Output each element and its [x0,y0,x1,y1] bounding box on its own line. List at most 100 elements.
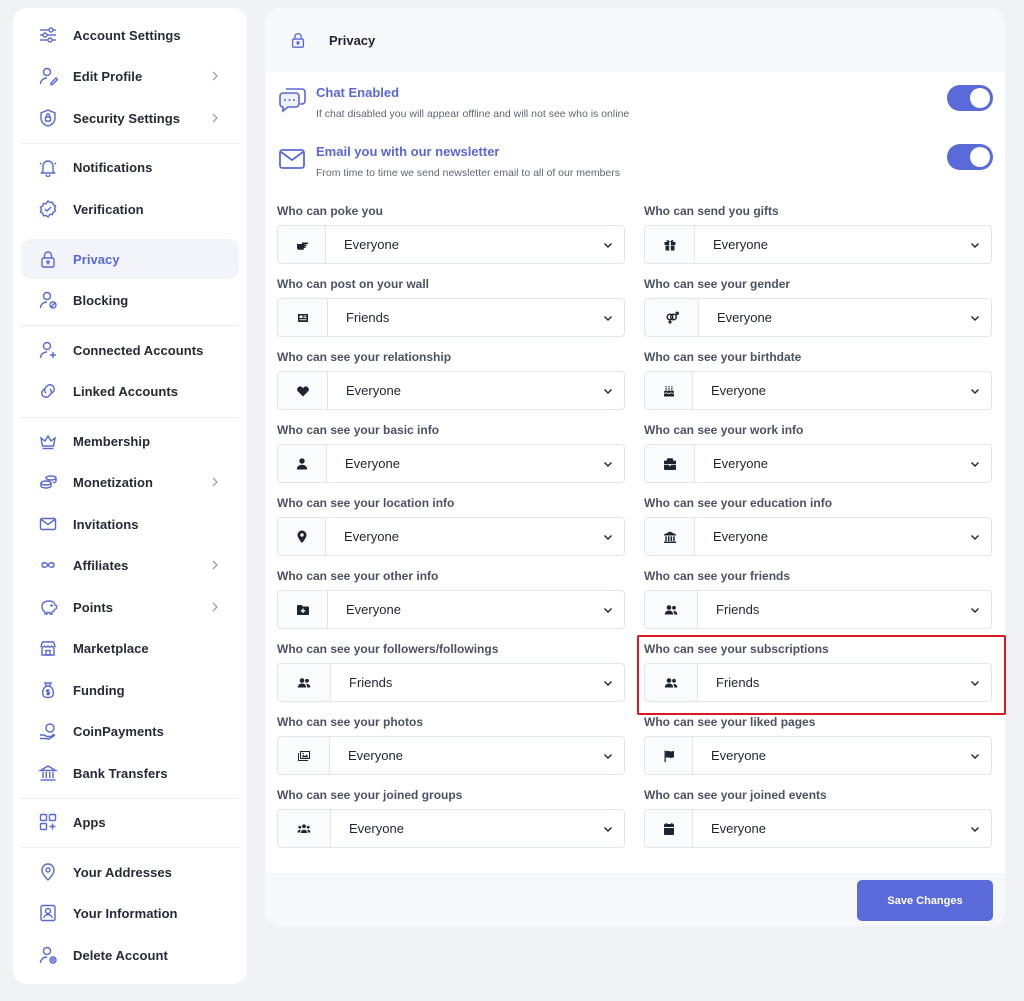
selected-value: Friends [716,602,760,617]
page-title: Privacy [329,32,376,48]
relationship-select[interactable]: Everyone [277,371,625,410]
field-label: Who can see your education info [644,496,833,510]
panel-header: Privacy [265,8,1005,72]
sidebar-item-membership[interactable]: Membership [21,421,239,461]
subscriptions-select[interactable]: Friends [644,663,992,702]
field-joined-groups: Who can see your joined groups Everyone [277,788,625,848]
user-block-icon [38,290,58,310]
money-bag-icon [38,680,58,700]
sidebar-item-your-addresses[interactable]: Your Addresses [21,852,239,892]
shield-lock-icon [38,108,58,128]
location-info-select[interactable]: Everyone [277,517,625,556]
images-icon [278,737,330,774]
users-icon [278,664,331,701]
field-followers: Who can see your followers/followings Fr… [277,642,625,702]
joined-groups-select[interactable]: Everyone [277,809,625,848]
sidebar-item-invitations[interactable]: Invitations [21,504,239,544]
field-label: Who can post on your wall [277,277,430,291]
selected-value: Everyone [711,748,766,763]
save-changes-button[interactable]: Save Changes [857,880,993,921]
setting-title: Chat Enabled [316,85,400,100]
birthdate-select[interactable]: Everyone [644,371,992,410]
field-label: Who can send you gifts [644,204,779,218]
field-photos: Who can see your photos Everyone [277,715,625,775]
chevron-right-icon [212,602,218,612]
selected-value: Everyone [346,602,401,617]
sidebar-item-marketplace[interactable]: Marketplace [21,628,239,668]
sidebar-item-label: Security Settings [73,110,181,126]
group-icon [278,810,331,847]
sidebar-item-bank-transfers[interactable]: Bank Transfers [21,753,239,793]
sidebar-item-verification[interactable]: Verification [21,189,239,229]
poke-select[interactable]: Everyone [277,225,625,264]
user-delete-icon [38,945,58,965]
sidebar-item-security-settings[interactable]: Security Settings [21,98,239,138]
chevron-right-icon [212,560,218,570]
liked-pages-select[interactable]: Everyone [644,736,992,775]
joined-events-select[interactable]: Everyone [644,809,992,848]
other-info-select[interactable]: Everyone [277,590,625,629]
chevron-down-icon [971,608,979,613]
link-icon [38,381,58,401]
sidebar-item-blocking[interactable]: Blocking [21,280,239,320]
sidebar-item-coinpayments[interactable]: CoinPayments [21,711,239,751]
sidebar-item-label: Blocking [73,292,129,308]
field-label: Who can see your gender [644,277,791,291]
sidebar-item-label: Delete Account [73,947,168,963]
field-subscriptions: Who can see your subscriptions Friends [644,642,992,702]
chevron-right-icon [212,113,218,123]
sidebar-item-monetization[interactable]: Monetization [21,462,239,502]
sidebar-item-privacy[interactable]: Privacy [21,239,239,279]
field-label: Who can see your joined events [644,788,827,802]
infinity-icon [38,555,58,575]
selected-value: Everyone [344,237,399,252]
chat-enabled-toggle[interactable] [947,85,993,111]
newsletter-toggle[interactable] [947,144,993,170]
selected-value: Everyone [717,310,772,325]
field-label: Who can see your friends [644,569,791,583]
apps-grid-icon [38,812,58,832]
sidebar-item-your-information[interactable]: Your Information [21,893,239,933]
education-info-select[interactable]: Everyone [644,517,992,556]
wall-select[interactable]: Friends [277,298,625,337]
work-info-select[interactable]: Everyone [644,444,992,483]
sidebar-item-linked-accounts[interactable]: Linked Accounts [21,371,239,411]
sidebar-item-account-settings[interactable]: Account Settings [21,15,239,55]
badge-check-icon [38,199,58,219]
sidebar-item-apps[interactable]: Apps [21,802,239,842]
selected-value: Everyone [713,529,768,544]
field-relationship: Who can see your relationship Everyone [277,350,625,410]
calendar-icon [645,810,693,847]
sidebar-item-label: Privacy [73,251,120,267]
bell-icon [38,157,58,177]
followers-select[interactable]: Friends [277,663,625,702]
sidebar-item-funding[interactable]: Funding [21,670,239,710]
photos-select[interactable]: Everyone [277,736,625,775]
sidebar-item-label: Notifications [73,159,153,175]
sidebar-item-edit-profile[interactable]: Edit Profile [21,56,239,96]
field-education-info: Who can see your education info Everyone [644,496,992,556]
field-label: Who can see your location info [277,496,455,510]
newspaper-icon [278,299,328,336]
gifts-select[interactable]: Everyone [644,225,992,264]
sidebar-item-connected-accounts[interactable]: Connected Accounts [21,330,239,370]
chevron-down-icon [604,316,612,321]
users-icon [645,664,698,701]
chevron-right-icon [212,477,218,487]
gender-select[interactable]: Everyone [644,298,992,337]
sidebar-item-notifications[interactable]: Notifications [21,147,239,187]
sidebar-item-label: Your Information [73,905,178,921]
chevron-down-icon [604,389,612,394]
field-friends: Who can see your friends Friends [644,569,992,629]
sidebar-item-points[interactable]: Points [21,587,239,627]
newsletter-setting: Email you with our newsletter From time … [277,144,993,188]
setting-title: Email you with our newsletter [316,144,500,159]
map-marker-icon [278,518,326,555]
sidebar-item-label: Account Settings [73,27,181,43]
sidebar-item-label: Bank Transfers [73,765,168,781]
basic-info-select[interactable]: Everyone [277,444,625,483]
lock-icon [291,33,305,48]
sidebar-item-delete-account[interactable]: Delete Account [21,935,239,975]
friends-select[interactable]: Friends [644,590,992,629]
sidebar-item-affiliates[interactable]: Affiliates [21,545,239,585]
